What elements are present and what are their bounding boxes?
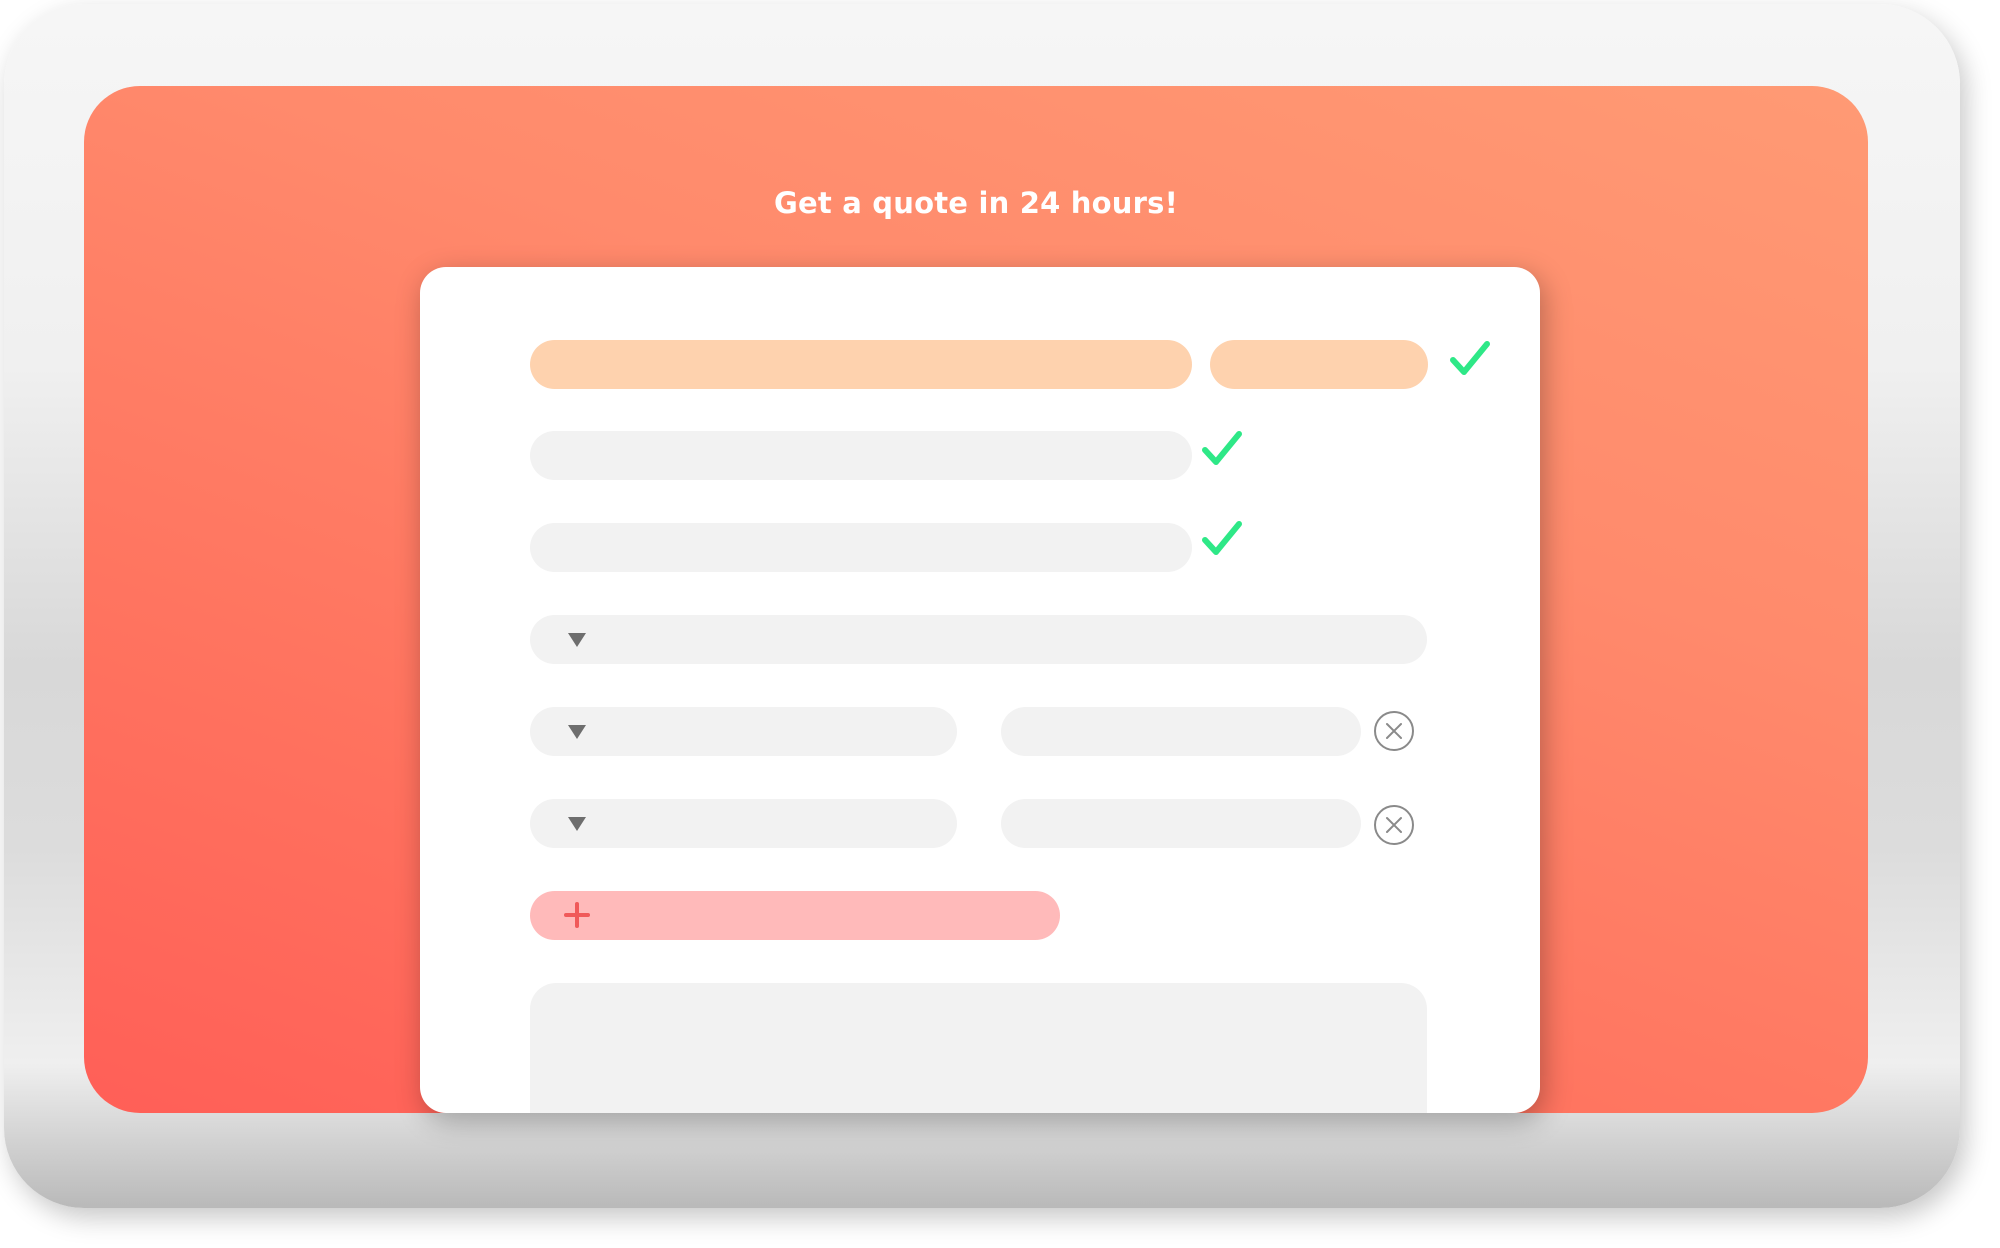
add-item-button[interactable] (530, 891, 1060, 940)
caret-down-icon (568, 633, 586, 647)
check-icon (1450, 341, 1490, 375)
close-circle-icon[interactable] (1373, 804, 1415, 846)
check-icon (1202, 431, 1242, 465)
email-field[interactable] (530, 431, 1192, 480)
quantity-field[interactable] (1001, 799, 1361, 848)
service-select[interactable] (530, 615, 1427, 664)
page-title: Get a quote in 24 hours! (774, 186, 1178, 220)
phone-field[interactable] (530, 523, 1192, 572)
caret-down-icon (568, 725, 586, 739)
quantity-field[interactable] (1001, 707, 1361, 756)
first-name-field[interactable] (530, 340, 1192, 389)
plus-icon (564, 902, 590, 928)
caret-down-icon (568, 817, 586, 831)
item-select[interactable] (530, 799, 957, 848)
last-name-field[interactable] (1210, 340, 1428, 389)
check-icon (1202, 521, 1242, 555)
quote-form-card (420, 267, 1540, 1113)
close-circle-icon[interactable] (1373, 710, 1415, 752)
message-textarea[interactable] (530, 983, 1427, 1113)
item-select[interactable] (530, 707, 957, 756)
